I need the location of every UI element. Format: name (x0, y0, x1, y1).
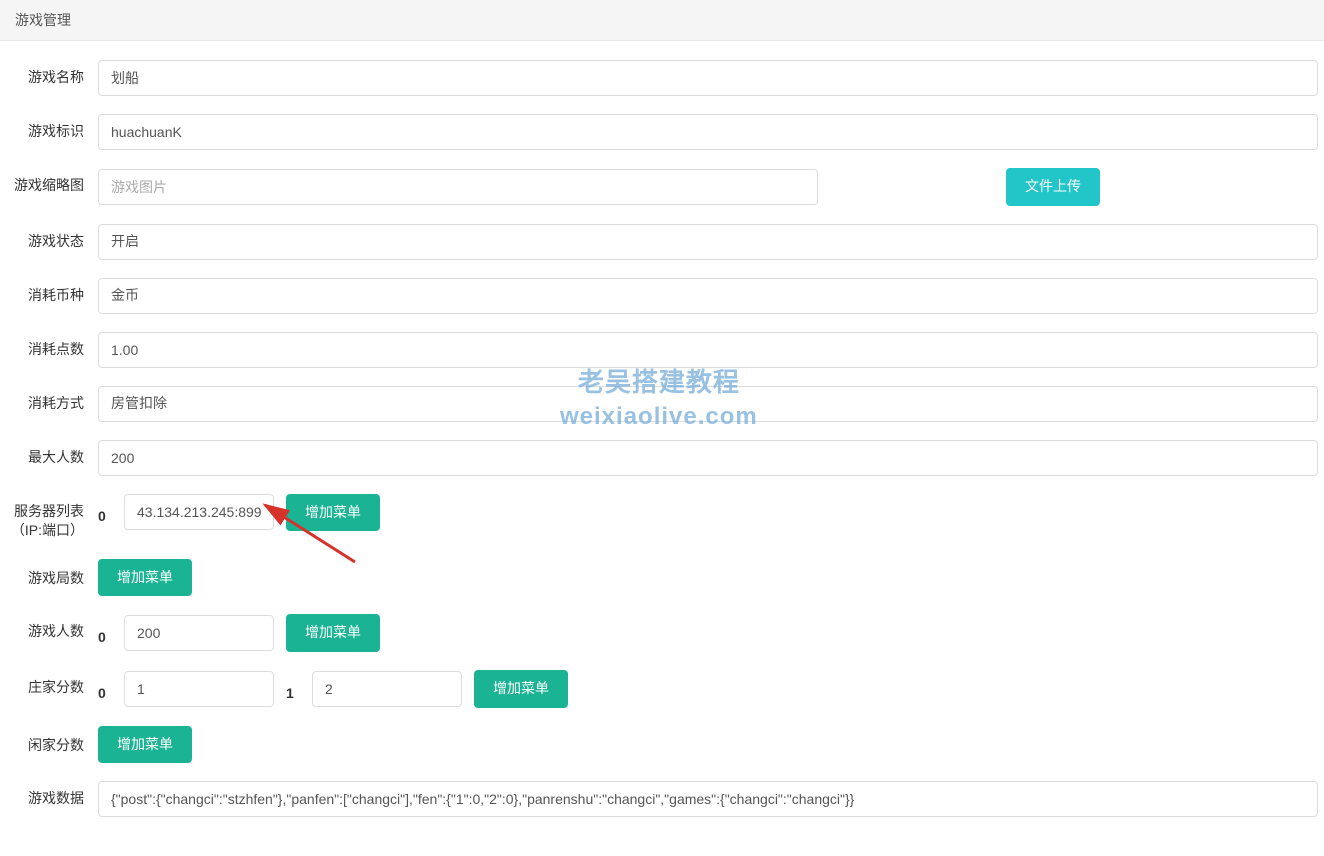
add-menu-playerscore-button[interactable]: 增加菜单 (98, 726, 192, 764)
select-consume-mode[interactable]: 房管扣除 (98, 386, 1318, 422)
select-status[interactable]: 开启 (98, 224, 1318, 260)
input-server-addr[interactable] (124, 494, 274, 530)
label-currency: 消耗币种 (0, 278, 98, 306)
label-consume-mode: 消耗方式 (0, 386, 98, 414)
page-header: 游戏管理 (0, 0, 1324, 41)
page-title: 游戏管理 (15, 12, 71, 28)
input-banker-1[interactable] (312, 671, 462, 707)
label-points: 消耗点数 (0, 332, 98, 360)
input-game-name[interactable] (98, 60, 1318, 96)
label-thumbnail: 游戏缩略图 (0, 168, 98, 196)
input-game-data[interactable] (98, 781, 1318, 817)
label-max-players: 最大人数 (0, 440, 98, 468)
label-player-score: 闲家分数 (0, 726, 98, 756)
input-thumbnail[interactable] (98, 169, 818, 205)
input-banker-0[interactable] (124, 671, 274, 707)
banker-index-0: 0 (98, 677, 112, 701)
select-currency[interactable]: 金币 (98, 278, 1318, 314)
server-index-0: 0 (98, 500, 112, 524)
label-game-name: 游戏名称 (0, 60, 98, 88)
add-menu-server-button[interactable]: 增加菜单 (286, 494, 380, 532)
label-game-id: 游戏标识 (0, 114, 98, 142)
input-points[interactable] (98, 332, 1318, 368)
add-menu-players-button[interactable]: 增加菜单 (286, 614, 380, 652)
input-max-players[interactable] (98, 440, 1318, 476)
form-container: 游戏名称 游戏标识 游戏缩略图 文件上传 游戏状态 开启 消耗币种 (0, 41, 1324, 856)
banker-index-1: 1 (286, 677, 300, 701)
label-game-rounds: 游戏局数 (0, 559, 98, 589)
input-game-id[interactable] (98, 114, 1318, 150)
players-index-0: 0 (98, 621, 112, 645)
input-players-value[interactable] (124, 615, 274, 651)
label-game-data: 游戏数据 (0, 781, 98, 809)
label-game-players: 游戏人数 (0, 614, 98, 642)
add-menu-banker-button[interactable]: 增加菜单 (474, 670, 568, 708)
label-server-list: 服务器列表（IP:端口） (0, 494, 98, 541)
label-banker-score: 庄家分数 (0, 670, 98, 698)
add-menu-rounds-button[interactable]: 增加菜单 (98, 559, 192, 597)
upload-button[interactable]: 文件上传 (1006, 168, 1100, 206)
label-status: 游戏状态 (0, 224, 98, 252)
